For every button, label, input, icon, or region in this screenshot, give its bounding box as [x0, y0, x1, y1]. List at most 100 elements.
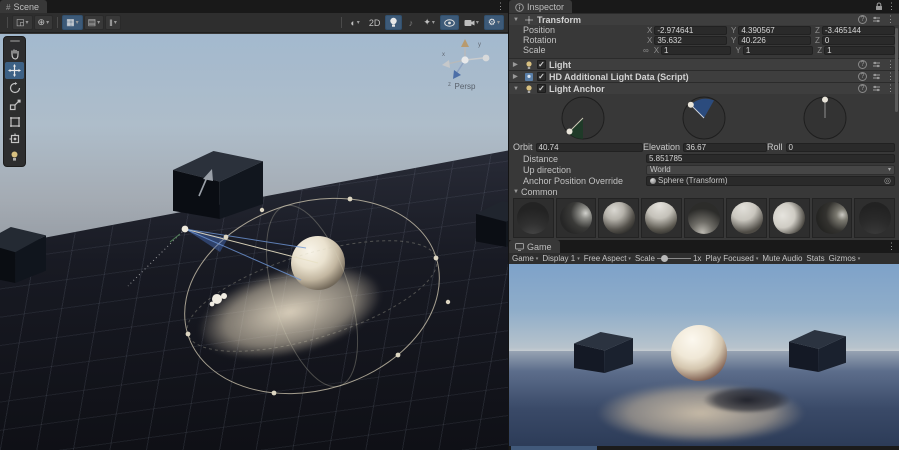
stats-button[interactable]: Stats [806, 254, 824, 263]
preset-icon[interactable] [872, 60, 881, 69]
axis-x-cone[interactable] [442, 60, 450, 68]
scene-menu-icon[interactable]: ⋮ [496, 1, 505, 12]
object-picker-icon[interactable]: ◎ [884, 176, 891, 185]
scene-audio-button[interactable]: ♪ [403, 15, 418, 30]
rotate-tool[interactable] [5, 79, 24, 96]
scene-camera-button[interactable]: ▾ [460, 15, 483, 30]
roll-dial-handle[interactable] [822, 96, 828, 102]
scene-effects-button[interactable]: ✦▾ [419, 15, 439, 30]
help-icon[interactable]: ? [858, 15, 867, 24]
orbit-field[interactable]: 40.74 [536, 143, 643, 152]
distance-label[interactable]: Distance [513, 154, 646, 164]
mute-audio-button[interactable]: Mute Audio [762, 254, 802, 263]
elevation-dial[interactable] [682, 96, 726, 140]
axis-y-cone[interactable] [461, 39, 469, 47]
move-tool[interactable] [5, 62, 24, 79]
overlay-drag-handle[interactable] [10, 40, 20, 42]
rotation-y-field[interactable]: 40.226 [738, 36, 811, 45]
light-preset-thumbnail[interactable] [641, 198, 682, 238]
light-header[interactable]: ▶ ✓ Light ? ⋮ [509, 58, 899, 70]
scale-tool[interactable] [5, 96, 24, 113]
light-preset-thumbnail[interactable] [726, 198, 767, 238]
tab-scene[interactable]: # Scene [0, 0, 47, 13]
position-z-field[interactable]: -3.465144 [822, 26, 895, 35]
position-label[interactable]: Position [523, 25, 643, 35]
rotation-label[interactable]: Rotation [523, 35, 643, 45]
inspector-lock-icon[interactable] [875, 2, 883, 13]
foldout-open-icon[interactable]: ▼ [513, 189, 521, 195]
inspector-scrollbar[interactable] [895, 28, 898, 112]
link-scale-icon[interactable]: ∞ [643, 46, 649, 55]
help-icon[interactable]: ? [858, 72, 867, 81]
component-menu-icon[interactable]: ⋮ [886, 71, 895, 82]
orbit-dial[interactable] [561, 96, 605, 140]
light-preset-thumbnail[interactable] [769, 198, 810, 238]
foldout-closed-icon[interactable]: ▶ [513, 73, 521, 80]
light-enabled-checkbox[interactable]: ✓ [537, 60, 546, 69]
scale-x-field[interactable]: 1 [661, 46, 731, 55]
scene-visibility-button[interactable] [440, 15, 459, 30]
component-menu-icon[interactable]: ⋮ [886, 83, 895, 94]
rotation-x-field[interactable]: 35.632 [654, 36, 727, 45]
transform-header[interactable]: ▼ Transform ? ⋮ [509, 13, 899, 25]
tab-inspector[interactable]: Inspector [509, 0, 572, 13]
hd-light-enabled-checkbox[interactable]: ✓ [537, 72, 546, 81]
game-mode-dropdown[interactable]: Game▾ [512, 254, 538, 263]
inspector-menu-icon[interactable]: ⋮ [887, 1, 896, 12]
aspect-dropdown[interactable]: Free Aspect▾ [584, 254, 631, 263]
play-focused-dropdown[interactable]: Play Focused▾ [705, 254, 758, 263]
hand-tool[interactable] [5, 45, 24, 62]
preset-icon[interactable] [872, 15, 881, 24]
scale-label[interactable]: Scale [523, 45, 643, 55]
scale-z-field[interactable]: 1 [824, 46, 895, 55]
elevation-field[interactable]: 36.67 [683, 143, 767, 152]
foldout-open-icon[interactable]: ▼ [513, 86, 521, 92]
handle-orientation-button[interactable]: ⊕▾ [34, 15, 54, 30]
elevation-dial-handle[interactable] [688, 101, 694, 107]
light-anchor-enabled-checkbox[interactable]: ✓ [537, 84, 546, 93]
light-anchor-gizmo[interactable] [0, 34, 508, 450]
grid-snap-button[interactable]: ▤▾ [84, 15, 105, 30]
light-preset-thumbnail[interactable] [854, 198, 895, 238]
help-icon[interactable]: ? [858, 84, 867, 93]
game-viewport[interactable] [509, 264, 899, 450]
light-preset-thumbnail[interactable] [556, 198, 597, 238]
transform-tool[interactable] [5, 130, 24, 147]
projection-label[interactable]: Persp [434, 82, 496, 91]
up-direction-dropdown[interactable]: World ▾ [646, 165, 895, 175]
component-menu-icon[interactable]: ⋮ [886, 14, 895, 25]
component-menu-icon[interactable]: ⋮ [886, 59, 895, 70]
anchor-override-label[interactable]: Anchor Position Override [513, 176, 646, 186]
hd-light-data-header[interactable]: ▶ ✓ HD Additional Light Data (Script) ? … [509, 70, 899, 82]
game-menu-icon[interactable]: ⋮ [887, 241, 896, 252]
rect-tool[interactable] [5, 113, 24, 130]
light-anchor-header[interactable]: ▼ ✓ Light Anchor ? ⋮ [509, 82, 899, 94]
snap-increment-button[interactable]: ‖▾ [105, 15, 121, 30]
rotation-z-field[interactable]: 0 [822, 36, 895, 45]
roll-field[interactable]: 0 [786, 143, 895, 152]
light-handle[interactable] [182, 226, 189, 233]
foldout-open-icon[interactable]: ▼ [513, 17, 521, 23]
game-gizmos-dropdown[interactable]: Gizmos▾ [829, 254, 861, 263]
scale-slider-knob[interactable] [661, 255, 668, 262]
grid-visibility-button[interactable]: ▦▾ [62, 15, 83, 30]
light-preset-thumbnail[interactable] [598, 198, 639, 238]
foldout-closed-icon[interactable]: ▶ [513, 61, 521, 68]
pivot-mode-button[interactable]: ◲▾ [12, 15, 33, 30]
tab-game[interactable]: Game [509, 240, 560, 253]
help-icon[interactable]: ? [858, 60, 867, 69]
scene-viewport[interactable]: y x z Persp [0, 34, 508, 450]
scale-y-field[interactable]: 1 [743, 46, 813, 55]
gizmos-toggle-button[interactable]: ⚙▾ [484, 15, 504, 30]
light-preset-thumbnail[interactable] [812, 198, 853, 238]
shading-mode-button[interactable]: ◐▾ [346, 15, 363, 30]
orbit-dial-handle[interactable] [567, 128, 573, 134]
up-direction-label[interactable]: Up direction [513, 165, 646, 175]
light-anchor-tool[interactable] [5, 147, 24, 164]
scale-slider[interactable] [657, 258, 691, 259]
game-scrollbar-thumb[interactable] [511, 446, 597, 450]
scene-lighting-button[interactable] [385, 15, 402, 30]
common-foldout-row[interactable]: ▼ Common [509, 186, 899, 197]
distance-field[interactable]: 5.851785 [646, 154, 895, 163]
preset-icon[interactable] [872, 72, 881, 81]
